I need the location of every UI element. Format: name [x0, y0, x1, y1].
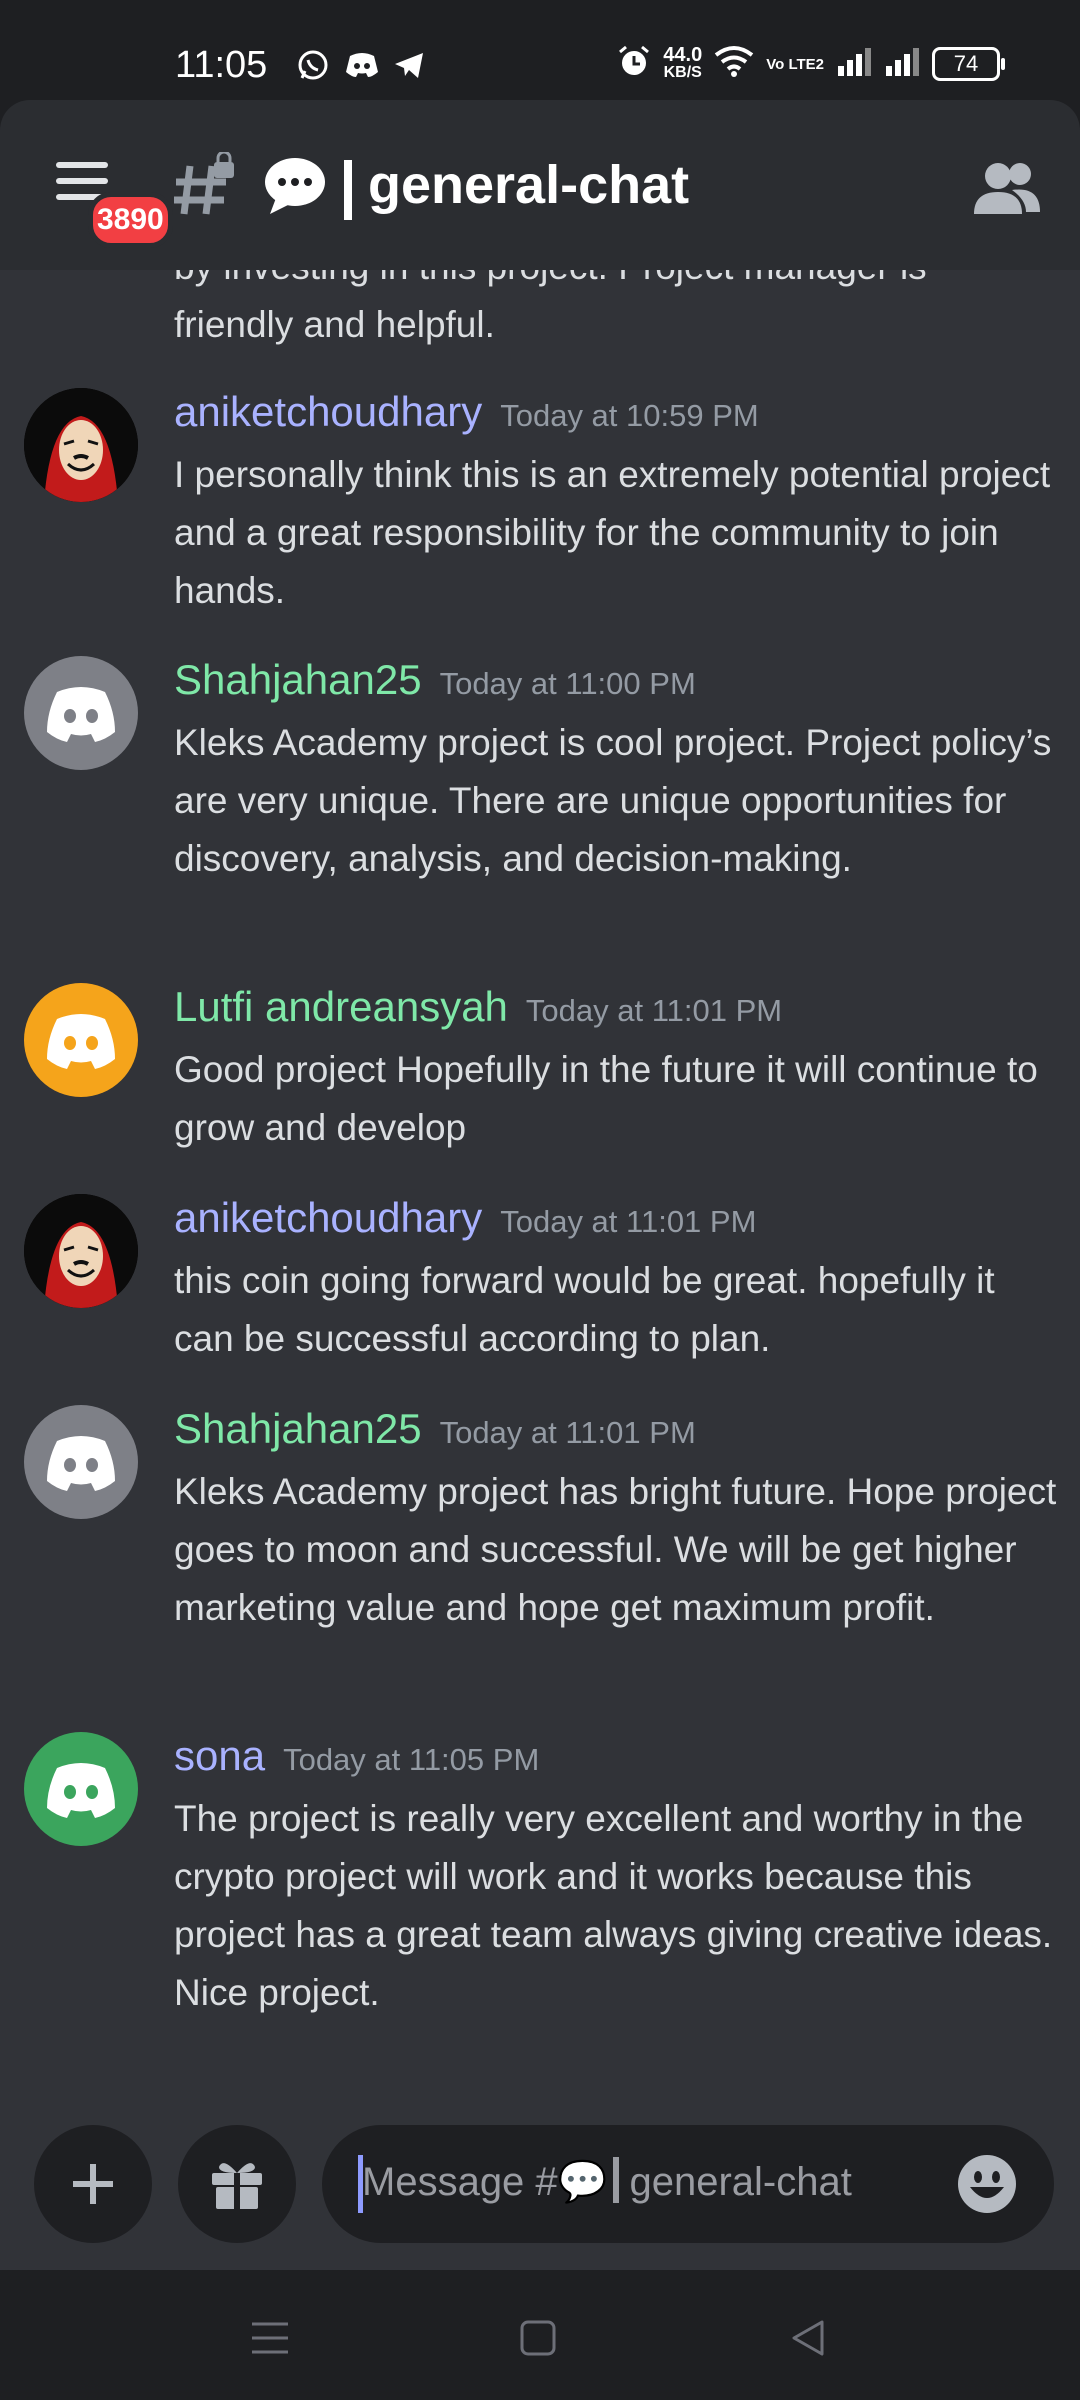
message-text: this coin going forward would be great. … [174, 1260, 995, 1359]
volte-indicator: Vo LTE2 [766, 55, 824, 73]
status-time: 11:05 [175, 44, 268, 86]
message-timestamp: Today at 10:59 PM [500, 398, 759, 433]
discord-icon [47, 1763, 115, 1818]
alarm-icon [617, 44, 651, 84]
menu-lines-icon [252, 2322, 288, 2354]
message-timestamp: Today at 11:01 PM [439, 1415, 696, 1450]
speech-bubble-icon [262, 154, 328, 221]
mask-avatar[interactable] [24, 388, 138, 502]
message-continuation: by investing in this project. Project ma… [174, 270, 927, 345]
message-author[interactable]: Shahjahan25 [174, 656, 422, 703]
message-timestamp: Today at 11:01 PM [525, 993, 783, 1028]
signal-icon [836, 46, 872, 82]
message-input-placeholder: Message #💬 general-chat [362, 2157, 852, 2205]
message-author[interactable]: Shahjahan25 [174, 1405, 422, 1452]
message-input[interactable]: Message #💬 general-chat [322, 2125, 1054, 2243]
message-text: Good project Hopefully in the future it … [174, 1049, 1038, 1148]
message-author[interactable]: aniketchoudhary [174, 388, 482, 435]
discord-avatar[interactable] [24, 1732, 138, 1846]
system-navigation-bar [0, 2270, 1080, 2400]
discord-avatar[interactable] [24, 983, 138, 1097]
telegram-icon [392, 48, 426, 82]
message-author[interactable]: sona [174, 1732, 265, 1779]
members-icon[interactable] [972, 158, 1042, 218]
mask-avatar[interactable] [24, 1194, 138, 1308]
speech-bubble-icon: 💬 [557, 2160, 608, 2204]
notification-icons [296, 48, 426, 82]
discord-avatar[interactable] [24, 1405, 138, 1519]
wifi-icon [714, 45, 754, 83]
status-bar: 11:05 44.0 KB/S Vo LTE2 74 [0, 0, 1080, 100]
home-button[interactable] [518, 2318, 562, 2358]
battery-indicator: 74 [932, 47, 1005, 81]
locked-hash-icon [170, 150, 240, 222]
discord-avatar[interactable] [24, 656, 138, 770]
message-list[interactable]: by investing in this project. Project ma… [0, 270, 1080, 2050]
status-right: 44.0 KB/S Vo LTE2 74 [617, 44, 1005, 84]
discord-icon [47, 1014, 115, 1069]
channel-header: 3890 general-chat [0, 100, 1080, 270]
message-text: Kleks Academy project is cool project. P… [174, 722, 1052, 879]
message-timestamp: Today at 11:00 PM [439, 666, 696, 701]
message-timestamp: Today at 11:01 PM [500, 1204, 757, 1239]
message-text: Kleks Academy project has bright future.… [174, 1471, 1057, 1628]
back-button[interactable] [788, 2318, 832, 2358]
message-author[interactable]: aniketchoudhary [174, 1194, 482, 1241]
emoji-picker-button[interactable] [956, 2153, 1018, 2215]
gift-icon [212, 2163, 262, 2209]
message-text: The project is really very excellent and… [174, 1798, 1053, 2013]
smile-emoji-icon [958, 2155, 1016, 2213]
discord-notification-icon [344, 48, 378, 82]
back-triangle-icon [792, 2320, 824, 2356]
signal-icon-2 [884, 46, 920, 82]
message-timestamp: Today at 11:05 PM [283, 1742, 540, 1777]
unread-badge: 3890 [88, 192, 173, 248]
channel-title: general-chat [368, 155, 690, 215]
discord-icon [47, 687, 115, 742]
whatsapp-icon [296, 48, 330, 82]
plus-icon [73, 2164, 113, 2204]
square-icon [520, 2320, 556, 2356]
discord-icon [47, 1436, 115, 1491]
network-speed: 44.0 KB/S [663, 44, 703, 81]
add-attachment-button[interactable] [34, 2125, 152, 2243]
message-author[interactable]: Lutfi andreansyah [174, 983, 508, 1030]
message-composer: Message #💬 general-chat [0, 2050, 1080, 2270]
title-divider [344, 160, 352, 220]
message-text: I personally think this is an extremely … [174, 454, 1051, 611]
placeholder-divider [613, 2157, 620, 2203]
recent-apps-button[interactable] [248, 2318, 292, 2358]
gift-button[interactable] [178, 2125, 296, 2243]
